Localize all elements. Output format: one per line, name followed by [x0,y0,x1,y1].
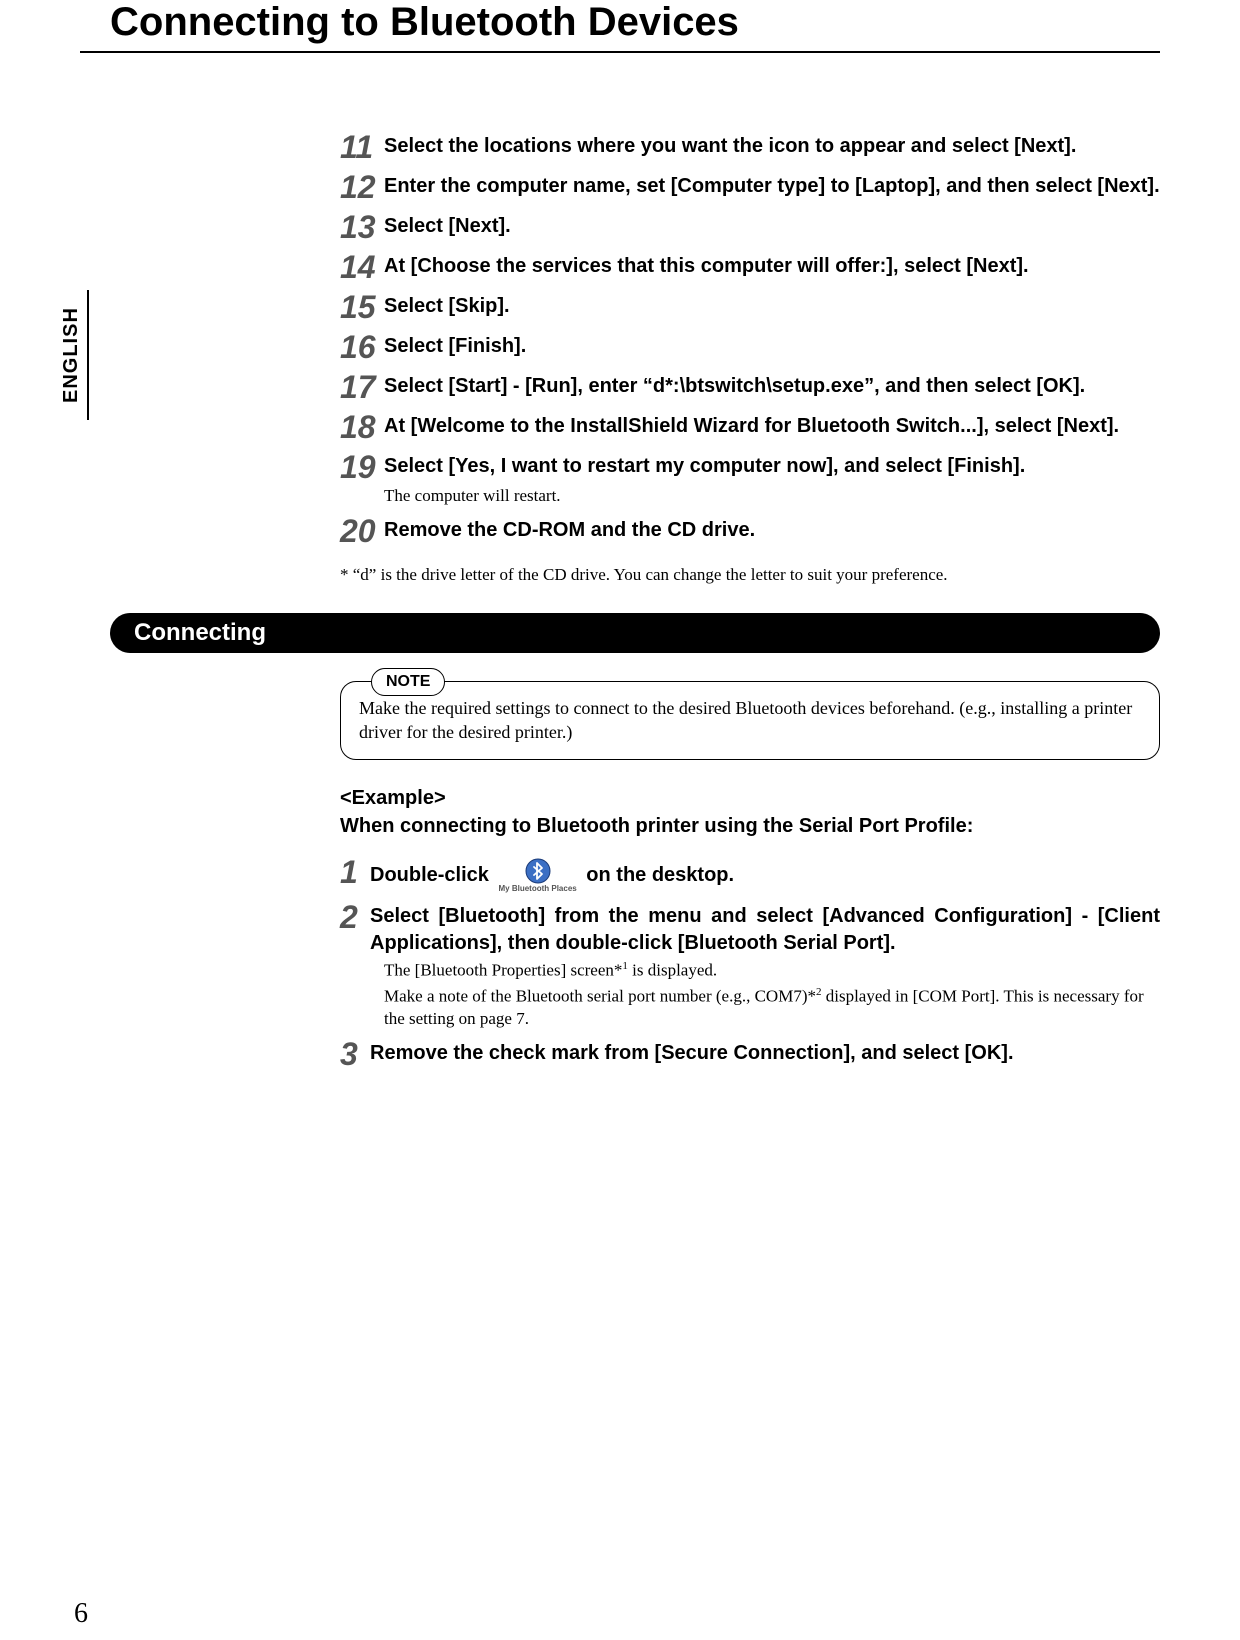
step-number: 3 [340,1036,370,1070]
example-title: When connecting to Bluetooth printer usi… [340,812,1160,840]
step-number: 20 [340,513,384,547]
note-label: NOTE [371,668,445,696]
step-text: Select [Finish]. [384,329,1160,360]
step-text: Remove the check mark from [Secure Conne… [370,1036,1160,1067]
step-text: At [Welcome to the InstallShield Wizard … [384,409,1160,440]
step-text: Select [Yes, I want to restart my comput… [384,449,1160,480]
step-subtext: The computer will restart. [384,485,1160,507]
step-number: 14 [340,249,384,283]
step-number: 18 [340,409,384,443]
step-text: Remove the CD-ROM and the CD drive. [384,513,1160,544]
footnote: * “d” is the drive letter of the CD driv… [340,565,1160,585]
example-label: <Example> [340,784,1160,812]
page-title: Connecting to Bluetooth Devices [80,0,1160,45]
step-number: 17 [340,369,384,403]
step-text: Select [Bluetooth] from the menu and sel… [370,899,1160,957]
step-number: 16 [340,329,384,363]
step-text: Select [Next]. [384,209,1160,240]
step-subtext: Make a note of the Bluetooth serial port… [384,985,1160,1030]
step-subtext: The [Bluetooth Properties] screen*1 is d… [384,959,1160,982]
step-text: Double-click My Bluetooth Places on the … [370,854,1160,893]
note-body: Make the required settings to connect to… [359,696,1141,745]
page-number: 6 [74,1598,88,1630]
language-tab: ENGLISH [60,290,89,420]
step-number: 15 [340,289,384,323]
step-number: 2 [340,899,370,933]
step-number: 12 [340,169,384,203]
step-number: 1 [340,854,370,888]
section-heading: Connecting [110,613,1160,653]
step-text: Select [Skip]. [384,289,1160,320]
step-text: At [Choose the services that this comput… [384,249,1160,280]
bluetooth-places-icon: My Bluetooth Places [498,858,576,893]
step-number: 19 [340,449,384,483]
step-number: 11 [340,129,384,163]
step-text: Select [Start] - [Run], enter “d*:\btswi… [384,369,1160,400]
note-box: NOTE Make the required settings to conne… [340,681,1160,760]
step-number: 13 [340,209,384,243]
step-text: Enter the computer name, set [Computer t… [384,169,1160,200]
step-text: Select the locations where you want the … [384,129,1160,160]
